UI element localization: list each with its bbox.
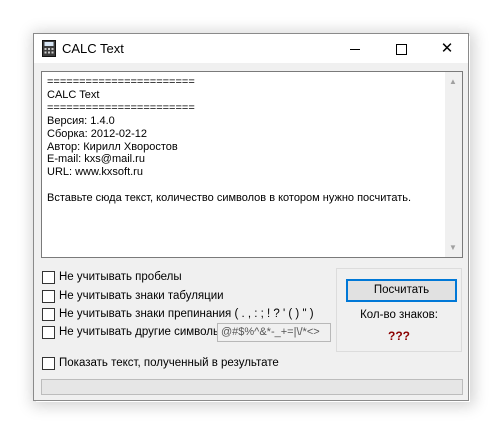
title-bar[interactable]: CALC Text ✕ — [34, 34, 468, 63]
ignore-tabs-checkbox[interactable] — [42, 290, 55, 303]
maximize-button[interactable] — [378, 34, 424, 63]
other-symbols-input[interactable]: @#$%^&*-_+=|\/*<> — [217, 323, 331, 342]
text-content[interactable]: ======================= CALC Text ======… — [47, 76, 442, 205]
ignore-other-checkbox[interactable] — [42, 326, 55, 339]
scroll-down-icon[interactable]: ▼ — [449, 243, 457, 252]
minimize-button[interactable] — [332, 34, 378, 63]
text-input-area[interactable]: ======================= CALC Text ======… — [41, 71, 463, 258]
calculator-app-icon — [42, 40, 56, 57]
progress-bar — [41, 379, 463, 395]
count-value: ??? — [388, 329, 410, 343]
maximize-icon — [395, 43, 407, 55]
count-label: Кол-во знаков: — [360, 309, 438, 321]
ignore-tabs-label[interactable]: Не учитывать знаки табуляции — [59, 290, 224, 302]
ignore-other-label[interactable]: Не учитывать другие символы — [59, 326, 221, 338]
ignore-punctuation-checkbox[interactable] — [42, 308, 55, 321]
ignore-spaces-label[interactable]: Не учитывать пробелы — [59, 271, 182, 283]
app-window: CALC Text ✕ ======================= CALC… — [33, 33, 469, 401]
vertical-scrollbar[interactable]: ▲ ▼ — [445, 72, 462, 257]
scroll-up-icon[interactable]: ▲ — [449, 77, 457, 86]
minimize-icon — [350, 48, 360, 50]
show-result-text-label[interactable]: Показать текст, полученный в результате — [59, 357, 279, 369]
close-button[interactable]: ✕ — [424, 34, 470, 63]
ignore-punctuation-label[interactable]: Не учитывать знаки препинания ( . , : ; … — [59, 308, 314, 320]
count-button[interactable]: Посчитать — [346, 279, 457, 302]
close-icon: ✕ — [440, 40, 454, 57]
show-result-text-checkbox[interactable] — [42, 357, 55, 370]
ignore-spaces-checkbox[interactable] — [42, 271, 55, 284]
window-title: CALC Text — [62, 41, 124, 56]
